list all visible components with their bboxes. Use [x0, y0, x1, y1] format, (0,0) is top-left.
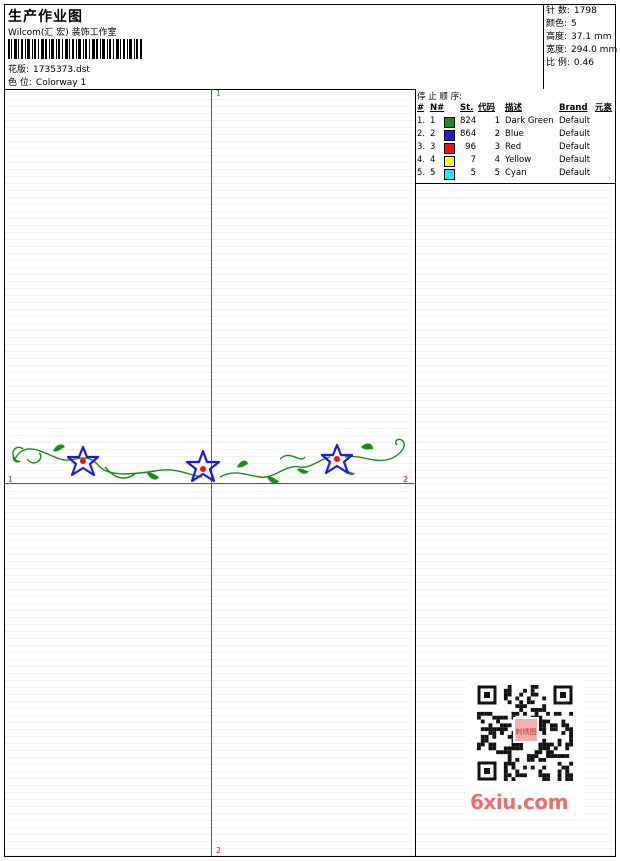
company-name: Wilcom(汇 宏) 装饰工作室: [8, 28, 117, 38]
stat-stitches: 针 数: 1798: [546, 6, 597, 16]
row-code: 3: [494, 142, 500, 152]
stat-colors: 颜色: 5: [546, 19, 577, 29]
stop-sequence-table: 停 止 顺 序: # N# St. 代码 描述 Brand 元素 1. 1 824 1…: [416, 89, 615, 184]
axis-bottom-label: 2: [216, 846, 222, 855]
stop-sequence-row: 1. 1 824 1 Dark Green Default: [416, 115, 615, 128]
stat-scale: 比 例: 0.46: [546, 58, 594, 68]
row-stitches: 96: [465, 142, 476, 152]
color-swatch: [444, 156, 455, 167]
row-brand: Default: [559, 129, 591, 139]
stop-sequence-row: 2. 2 864 2 Blue Default: [416, 128, 615, 141]
color-swatch: [444, 143, 455, 154]
axis-top-label: 1: [216, 89, 222, 98]
row-index: 4.: [417, 155, 426, 165]
sheet-header: 生产作业图 Wilcom(汇 宏) 装饰工作室 花版: 1735373.dst …: [5, 5, 618, 90]
colorway-label: 色 位:: [8, 78, 32, 88]
row-index: 3.: [417, 142, 426, 152]
stop-sequence-rows: 1. 1 824 1 Dark Green Default 2. 2 864 2 Blue Defau…: [416, 115, 615, 180]
col-index: #: [417, 103, 425, 113]
row-code: 4: [494, 155, 500, 165]
row-brand: Default: [559, 116, 591, 126]
stat-height: 高度: 37.1 mm: [546, 32, 612, 42]
site-watermark: 6xiu.com: [470, 790, 568, 814]
row-brand: Default: [559, 142, 591, 152]
row-index: 1.: [417, 116, 426, 126]
stat-width: 宽度: 294.0 mm: [546, 45, 618, 55]
col-brand: Brand: [559, 103, 588, 113]
color-swatch: [444, 130, 455, 141]
sheet-title: 生产作业图: [8, 9, 83, 25]
row-stitches: 864: [460, 129, 477, 139]
row-description: Yellow: [505, 155, 532, 165]
row-description: Cyan: [505, 168, 527, 178]
row-brand: Default: [559, 155, 591, 165]
row-description: Blue: [505, 129, 524, 139]
row-code: 2: [494, 129, 500, 139]
col-needle: N#: [430, 103, 445, 113]
row-brand: Default: [559, 168, 591, 178]
design-file-line: 花版: 1735373.dst: [8, 62, 90, 75]
row-index: 2.: [417, 129, 426, 139]
stop-sequence-row: 3. 3 96 3 Red Default: [416, 141, 615, 154]
design-file-value: 1735373.dst: [33, 65, 90, 75]
row-index: 5.: [417, 168, 426, 178]
col-code: 代码: [478, 103, 496, 113]
row-description: Dark Green: [505, 116, 554, 126]
row-needle: 1: [430, 116, 436, 126]
colorway-line: 色 位: Colorway 1: [8, 75, 86, 88]
barcode: [8, 39, 142, 59]
stop-sequence-row: 4. 4 7 4 Yellow Default: [416, 154, 615, 167]
col-element: 元素: [595, 103, 613, 113]
col-stitches: St.: [460, 103, 474, 113]
row-description: Red: [505, 142, 522, 152]
embroidery-design: [12, 438, 405, 484]
col-description: 描述: [505, 103, 523, 113]
row-needle: 3: [430, 142, 436, 152]
row-needle: 4: [430, 155, 436, 165]
design-file-label: 花版:: [8, 65, 30, 75]
flower-stitches: [66, 443, 354, 483]
colorway-value: Colorway 1: [35, 78, 87, 88]
row-needle: 2: [430, 129, 436, 139]
stop-sequence-header: # N# St. 代码 描述 Brand 元素: [416, 102, 615, 115]
row-code: 1: [494, 116, 500, 126]
row-stitches: 824: [460, 116, 477, 126]
design-canvas: 1 2 1 2: [5, 89, 416, 856]
color-swatch: [444, 169, 455, 180]
row-stitches: 7: [470, 155, 476, 165]
stop-sequence-caption: 停 止 顺 序:: [417, 92, 462, 102]
row-code: 5: [494, 168, 500, 178]
stop-sequence-row: 5. 5 5 5 Cyan Default: [416, 167, 615, 180]
row-stitches: 5: [470, 168, 476, 178]
row-needle: 5: [430, 168, 436, 178]
design-stats: 针 数: 1798 颜色: 5 高度: 37.1 mm 宽度: 294.0 mm 比 例…: [543, 5, 618, 89]
qr-center-badge: 刺绣图: [516, 727, 537, 736]
color-swatch: [444, 117, 455, 128]
